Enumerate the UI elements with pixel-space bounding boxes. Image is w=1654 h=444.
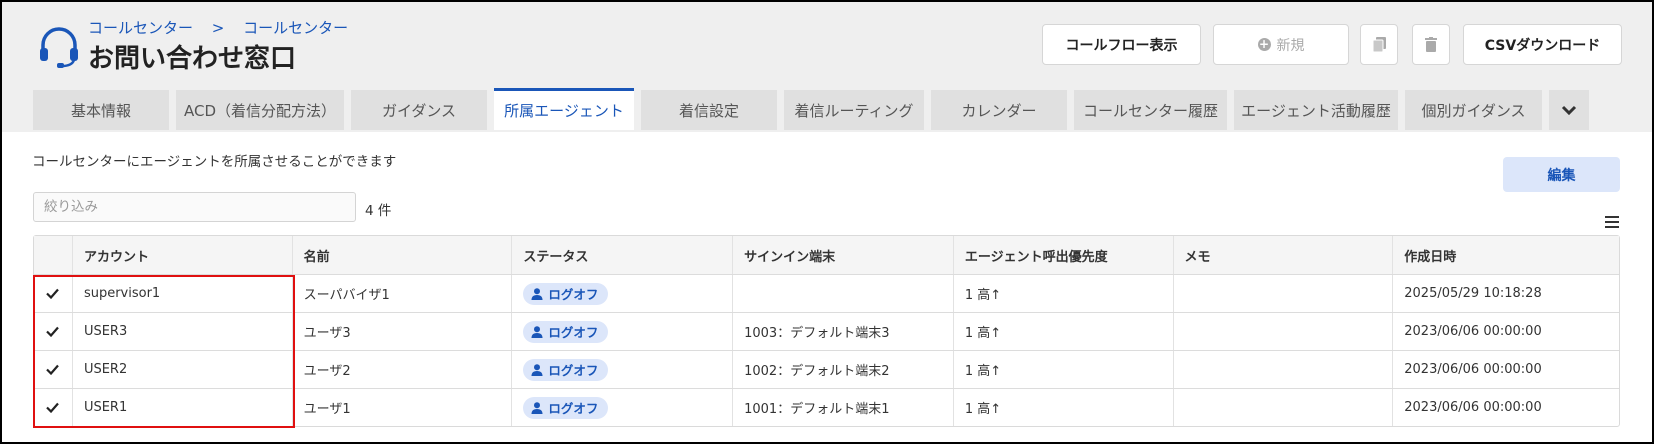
status-cell: ログオフ: [512, 275, 734, 312]
account-cell: USER1: [73, 389, 293, 426]
row-check-cell[interactable]: [34, 389, 73, 426]
priority-cell: 1 高↑: [954, 389, 1174, 426]
status-badge: ログオフ: [523, 282, 609, 305]
trash-icon: [1425, 37, 1437, 52]
created-cell: 2023/06/06 00:00:00: [1404, 400, 1542, 415]
column-header[interactable]: アカウント: [73, 236, 293, 274]
table-header-row: アカウント 名前 ステータス サインイン端末 エージェント呼出優先度 メモ 作成…: [34, 236, 1619, 274]
account-cell: USER3: [73, 313, 293, 350]
name-cell: ユーザ2: [293, 351, 513, 388]
headset-icon: [40, 27, 78, 68]
delete-button[interactable]: [1412, 24, 1450, 65]
tab-individual-guidance[interactable]: 個別ガイダンス: [1405, 90, 1542, 130]
check-icon: [46, 326, 60, 337]
new-button-label: 新規: [1276, 37, 1305, 54]
filter-input[interactable]: [33, 192, 356, 222]
user-icon: [531, 325, 543, 338]
created-cell: 2023/06/06 00:00:00: [1404, 362, 1542, 377]
copy-icon: [1372, 37, 1386, 52]
status-label: ログオフ: [548, 363, 599, 378]
name-cell: ユーザ3: [293, 313, 513, 350]
tab-guidance[interactable]: ガイダンス: [351, 90, 487, 130]
column-header[interactable]: 作成日時: [1393, 236, 1619, 274]
menu-icon[interactable]: [1605, 216, 1619, 228]
user-icon: [531, 363, 543, 376]
header-check-cell: [34, 236, 73, 274]
priority-cell: 1 高↑: [954, 351, 1174, 388]
new-button[interactable]: + 新規: [1213, 24, 1349, 65]
memo-cell: [1174, 275, 1394, 312]
priority-cell: 1 高↑: [954, 275, 1174, 312]
tab-agent-activity[interactable]: エージェント活動履歴: [1234, 90, 1398, 130]
name-cell: スーパバイザ1: [293, 275, 513, 312]
created-cell: 2023/06/06 00:00:00: [1404, 324, 1542, 339]
column-header[interactable]: エージェント呼出優先度: [954, 236, 1174, 274]
device-cell: [733, 275, 954, 312]
table-row[interactable]: USER2 ユーザ2 ログオフ 1002：デフォルト端末2 1 高↑ 2023/…: [34, 350, 1619, 388]
more-tabs-button[interactable]: [1549, 90, 1589, 130]
memo-cell: [1174, 313, 1394, 350]
agent-table: アカウント 名前 ステータス サインイン端末 エージェント呼出優先度 メモ 作成…: [33, 235, 1620, 427]
device-cell: 1001：デフォルト端末1: [733, 389, 954, 426]
tab-agents[interactable]: 所属エージェント: [494, 88, 634, 130]
column-header[interactable]: 名前: [293, 236, 513, 274]
row-check-cell[interactable]: [34, 313, 73, 350]
column-header[interactable]: ステータス: [512, 236, 734, 274]
status-badge: ログオフ: [523, 358, 609, 381]
status-cell: ログオフ: [512, 389, 734, 426]
device-cell: 1002：デフォルト端末2: [733, 351, 954, 388]
name-cell: ユーザ1: [293, 389, 513, 426]
table-row[interactable]: USER1 ユーザ1 ログオフ 1001：デフォルト端末1 1 高↑ 2023/…: [34, 388, 1619, 426]
status-label: ログオフ: [548, 287, 599, 302]
section-description: コールセンターにエージェントを所属させることができます: [32, 154, 397, 170]
callflow-button[interactable]: コールフロー表示: [1042, 24, 1201, 65]
table-row[interactable]: USER3 ユーザ3 ログオフ 1003：デフォルト端末3 1 高↑ 2023/…: [34, 312, 1619, 350]
tab-basic-info[interactable]: 基本情報: [33, 90, 169, 130]
breadcrumb-link-2[interactable]: コールセンター: [243, 19, 348, 37]
row-check-cell[interactable]: [34, 275, 73, 312]
user-icon: [531, 287, 543, 300]
csv-download-button[interactable]: CSVダウンロード: [1463, 24, 1622, 65]
priority-cell: 1 高↑: [954, 313, 1174, 350]
created-cell: 2025/05/29 10:18:28: [1404, 286, 1542, 301]
status-badge: ログオフ: [523, 396, 609, 419]
status-label: ログオフ: [548, 325, 599, 340]
tab-calendar[interactable]: カレンダー: [931, 90, 1067, 130]
breadcrumb: コールセンター > コールセンター: [88, 17, 348, 38]
status-cell: ログオフ: [512, 313, 734, 350]
tab-incoming-settings[interactable]: 着信設定: [641, 90, 777, 130]
column-header[interactable]: サインイン端末: [733, 236, 954, 274]
check-icon: [46, 288, 60, 299]
row-check-cell[interactable]: [34, 351, 73, 388]
breadcrumb-link-1[interactable]: コールセンター: [88, 19, 193, 37]
memo-cell: [1174, 351, 1394, 388]
device-cell: 1003：デフォルト端末3: [733, 313, 954, 350]
result-count: 4 件: [365, 203, 392, 219]
table-row[interactable]: supervisor1 スーパバイザ1 ログオフ 1 高↑ 2025/05/29…: [34, 274, 1619, 312]
breadcrumb-separator: >: [211, 19, 225, 37]
check-icon: [46, 364, 60, 375]
account-cell: USER2: [73, 351, 293, 388]
status-badge: ログオフ: [523, 320, 609, 343]
chevron-down-icon: [1561, 105, 1577, 115]
tab-incoming-routing[interactable]: 着信ルーティング: [784, 90, 924, 130]
account-cell: supervisor1: [73, 275, 293, 312]
check-icon: [46, 402, 60, 413]
status-label: ログオフ: [548, 401, 599, 416]
status-cell: ログオフ: [512, 351, 734, 388]
column-header[interactable]: メモ: [1174, 236, 1394, 274]
copy-button[interactable]: [1360, 24, 1398, 65]
edit-button[interactable]: 編集: [1503, 157, 1620, 192]
user-icon: [531, 401, 543, 414]
tab-callcenter-history[interactable]: コールセンター履歴: [1074, 90, 1227, 130]
plus-circle-icon: +: [1257, 37, 1271, 51]
memo-cell: [1174, 389, 1394, 426]
page-title: お問い合わせ窓口: [88, 44, 297, 74]
tab-acd[interactable]: ACD（着信分配方法）: [176, 90, 344, 130]
